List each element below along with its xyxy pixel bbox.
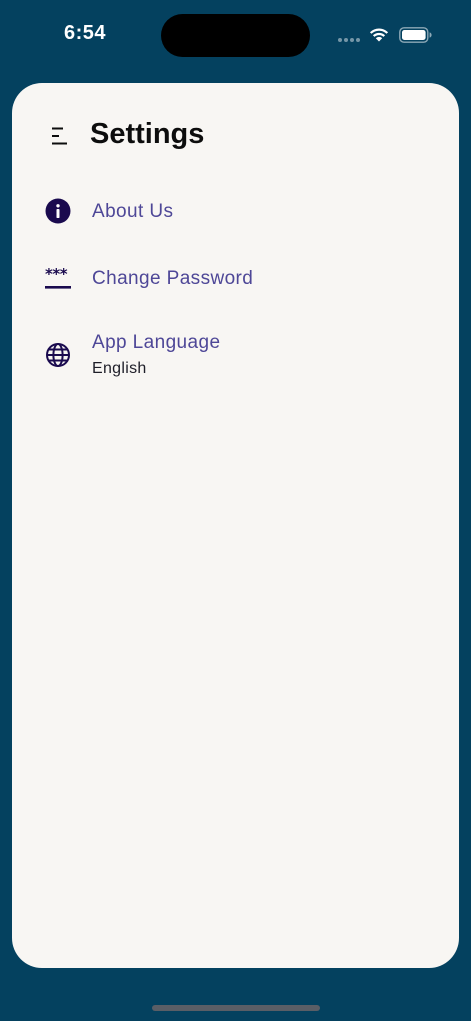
app-language-value: English bbox=[92, 360, 147, 377]
info-icon bbox=[45, 198, 71, 224]
wifi-icon bbox=[369, 28, 389, 42]
settings-item-label: App Language bbox=[92, 332, 221, 353]
home-indicator[interactable] bbox=[152, 1005, 320, 1011]
svg-text:***: *** bbox=[45, 266, 68, 283]
page-title: Settings bbox=[90, 118, 205, 150]
settings-item-change-password[interactable]: *** Change Password bbox=[12, 255, 459, 305]
cellular-signal-icon bbox=[338, 38, 362, 43]
dynamic-island bbox=[161, 14, 310, 57]
header: Settings bbox=[12, 83, 459, 183]
settings-item-app-language[interactable]: App Language English bbox=[12, 320, 459, 384]
settings-item-label: Change Password bbox=[92, 268, 254, 289]
status-time: 6:54 bbox=[64, 22, 107, 44]
menu-icon[interactable] bbox=[48, 125, 70, 147]
globe-icon bbox=[46, 343, 70, 367]
battery-icon bbox=[399, 27, 432, 43]
settings-card: Settings About Us *** Change Password Ap… bbox=[12, 83, 459, 968]
settings-item-about-us[interactable]: About Us bbox=[12, 188, 459, 238]
status-bar: 6:54 bbox=[0, 0, 471, 70]
password-icon: *** bbox=[45, 266, 71, 289]
settings-item-label: About Us bbox=[92, 201, 174, 222]
